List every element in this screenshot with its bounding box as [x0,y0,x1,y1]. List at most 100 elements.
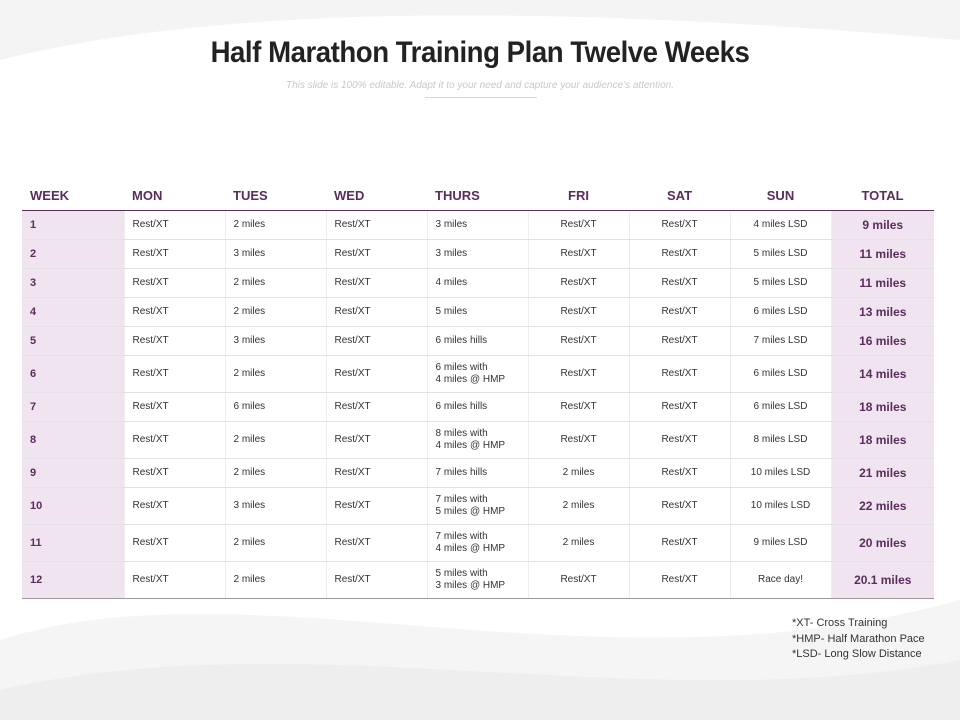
cell-wed: Rest/XT [325,210,427,240]
cell-sun: 8 miles LSD [729,421,831,459]
cell-wed: Rest/XT [325,268,427,298]
cell-thurs-line: 6 miles hills [435,401,488,412]
cell-sun: 9 miles LSD [729,524,831,562]
cell-fri: 2 miles [527,458,629,488]
table-row: 11 Rest/XT 2 miles Rest/XT 7 miles with 4 mil… [22,524,934,562]
cell-sat: Rest/XT [628,487,730,525]
cell-sat: Rest/XT [628,268,730,298]
note-hmp: *HMP- Half Marathon Pace [792,632,925,645]
column-header-sun: SUN [730,180,831,211]
cell-sat: Rest/XT [628,524,730,562]
cell-thurs-line: 5 miles with [435,568,488,579]
cell-total: 21 miles [830,458,934,488]
column-header-total: TOTAL [831,180,934,211]
cell-sun: Race day! [729,561,831,599]
cell-wed: Rest/XT [325,326,427,356]
cell-total: 11 miles [830,268,934,298]
table-body: 1 Rest/XT 2 miles Rest/XT 3 miles Rest/XT Rest… [22,210,934,599]
cell-thurs-line: 3 miles [435,248,468,259]
cell-total: 9 miles [830,210,934,240]
cell-thurs: 7 miles with 4 miles @ HMP [426,524,528,562]
table-row: 3 Rest/XT 2 miles Rest/XT 4 miles Rest/XT Rest… [22,268,934,298]
cell-mon: Rest/XT [123,268,225,298]
cell-tues: 2 miles [224,268,326,298]
table-row: 2 Rest/XT 3 miles Rest/XT 3 miles Rest/XT Rest… [22,239,934,269]
column-header-sat: SAT [629,180,730,211]
cell-week: 5 [22,326,124,356]
table-row: 8 Rest/XT 2 miles Rest/XT 8 miles with 4 mile… [22,421,934,459]
cell-tues: 6 miles [224,392,326,422]
cell-tues: 2 miles [224,421,326,459]
cell-fri: Rest/XT [527,239,629,269]
cell-fri: Rest/XT [527,210,629,240]
slide-subtitle: This slide is 100% editable. Adapt it to… [285,80,675,91]
column-header-wed: WED [326,180,427,211]
column-header-tues: TUES [225,180,326,211]
cell-thurs: 3 miles [426,239,528,269]
cell-fri: 2 miles [527,487,629,525]
cell-week: 3 [22,268,124,298]
cell-tues: 2 miles [224,297,326,327]
cell-thurs: 4 miles [426,268,528,298]
cell-sat: Rest/XT [628,421,730,459]
cell-week: 6 [22,355,124,393]
cell-thurs-line: 8 miles with [435,428,488,439]
cell-week: 12 [22,561,124,599]
cell-sat: Rest/XT [628,297,730,327]
table-row: 12 Rest/XT 2 miles Rest/XT 5 miles with 3 mil… [22,561,934,599]
cell-thurs-line: 6 miles hills [435,335,488,346]
table-row: 4 Rest/XT 2 miles Rest/XT 5 miles Rest/XT Rest… [22,297,934,327]
cell-total: 13 miles [830,297,934,327]
cell-total: 18 miles [830,392,934,422]
cell-wed: Rest/XT [325,421,427,459]
cell-thurs-line: 4 miles @ HMP [435,543,506,554]
cell-tues: 3 miles [224,239,326,269]
table-row: 7 Rest/XT 6 miles Rest/XT 6 miles hills Rest/… [22,392,934,422]
cell-week: 8 [22,421,124,459]
cell-thurs-line: 5 miles @ HMP [435,506,506,517]
cell-thurs-line: 4 miles [435,277,468,288]
cell-wed: Rest/XT [325,487,427,525]
cell-thurs: 5 miles [426,297,528,327]
cell-tues: 2 miles [224,355,326,393]
cell-fri: Rest/XT [527,297,629,327]
cell-mon: Rest/XT [123,421,225,459]
column-header-thurs: THURS [427,180,528,211]
note-lsd: *LSD- Long Slow Distance [792,648,922,660]
cell-tues: 2 miles [224,524,326,562]
cell-thurs: 5 miles with 3 miles @ HMP [426,561,528,599]
cell-week: 2 [22,239,124,269]
cell-week: 1 [22,210,124,240]
training-plan-table: WEEK MON TUES WED THURS FRI SAT SUN TOTAL 1 Rest/… [22,180,934,599]
cell-tues: 3 miles [224,326,326,356]
cell-sun: 6 miles LSD [729,355,831,393]
cell-mon: Rest/XT [123,392,225,422]
cell-week: 9 [22,458,124,488]
cell-thurs-line: 6 miles with [435,362,488,373]
cell-total: 22 miles [830,487,934,525]
cell-week: 4 [22,297,124,327]
cell-thurs-line: 7 miles with [435,494,488,505]
cell-mon: Rest/XT [123,524,225,562]
cell-thurs: 7 miles hills [426,458,528,488]
cell-total: 16 miles [830,326,934,356]
cell-thurs-line: 7 miles hills [435,467,488,478]
cell-sat: Rest/XT [628,355,730,393]
cell-thurs: 8 miles with 4 miles @ HMP [426,421,528,459]
cell-sat: Rest/XT [628,210,730,240]
cell-sun: 6 miles LSD [729,297,831,327]
cell-fri: Rest/XT [527,392,629,422]
cell-wed: Rest/XT [325,355,427,393]
cell-fri: Rest/XT [527,268,629,298]
table-row: 6 Rest/XT 2 miles Rest/XT 6 miles with 4 mile… [22,355,934,393]
cell-mon: Rest/XT [123,458,225,488]
table-header-row: WEEK MON TUES WED THURS FRI SAT SUN TOTAL [22,180,934,211]
cell-thurs-line: 4 miles @ HMP [435,440,506,451]
cell-total: 18 miles [830,421,934,459]
cell-sat: Rest/XT [628,239,730,269]
column-header-fri: FRI [528,180,629,211]
cell-wed: Rest/XT [325,458,427,488]
cell-sun: 10 miles LSD [729,487,831,525]
cell-mon: Rest/XT [123,210,225,240]
cell-mon: Rest/XT [123,297,225,327]
